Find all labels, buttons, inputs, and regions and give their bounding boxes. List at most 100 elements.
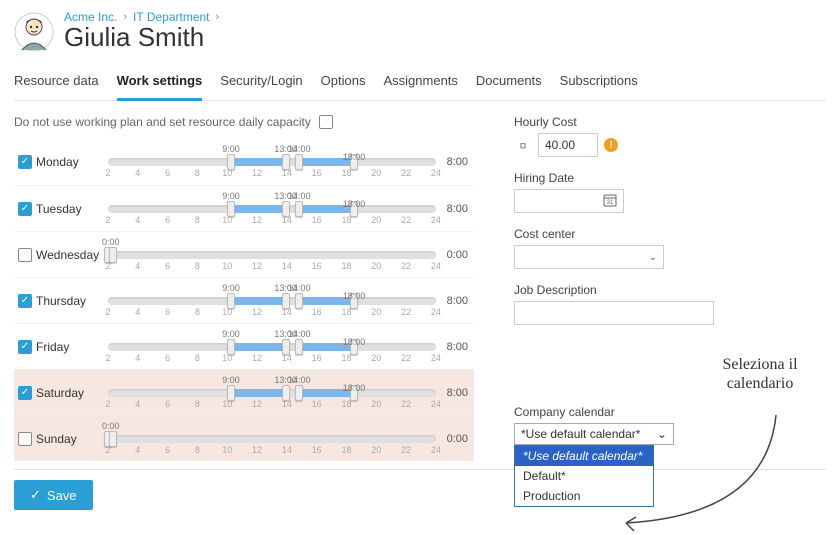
day-name: Saturday — [36, 386, 108, 400]
save-button-label: Save — [47, 488, 77, 503]
slider-label: 14:00 — [288, 144, 311, 154]
slider-handle[interactable] — [295, 154, 303, 170]
cost-center-select[interactable]: ⌄ — [514, 245, 664, 269]
day-slider[interactable]: 9:0013:0014:0018:0024681012141618202224 — [108, 189, 436, 229]
day-hours: 8:00 — [436, 156, 474, 168]
axis-tick: 16 — [312, 168, 322, 178]
slider-handle[interactable] — [109, 431, 117, 447]
axis-tick: 20 — [371, 261, 381, 271]
slider-label: 14:00 — [288, 329, 311, 339]
job-desc-label: Job Description — [514, 283, 826, 297]
company-calendar-selected: *Use default calendar* — [521, 427, 640, 441]
slider-handle[interactable] — [295, 201, 303, 217]
axis-tick: 2 — [105, 399, 110, 409]
hiring-date-input[interactable]: 31 — [514, 189, 624, 213]
company-calendar-options: *Use default calendar* Default* Producti… — [514, 445, 654, 507]
day-slider[interactable]: 0:0024681012141618202224 — [108, 419, 436, 459]
day-slider[interactable]: 9:0013:0014:0018:0024681012141618202224 — [108, 327, 436, 367]
day-row: Tuesday9:0013:0014:0018:0024681012141618… — [14, 185, 474, 231]
axis-tick: 22 — [401, 261, 411, 271]
slider-segment[interactable] — [231, 343, 286, 351]
axis-tick: 22 — [401, 353, 411, 363]
warning-icon[interactable]: ! — [604, 138, 618, 152]
axis-tick: 20 — [371, 215, 381, 225]
day-slider[interactable]: 9:0013:0014:0018:0024681012141618202224 — [108, 142, 436, 182]
axis-tick: 8 — [195, 445, 200, 455]
axis-tick: 12 — [252, 399, 262, 409]
day-row: Friday9:0013:0014:0018:00246810121416182… — [14, 323, 474, 369]
tab-resource-data[interactable]: Resource data — [14, 67, 99, 100]
day-checkbox[interactable] — [18, 340, 32, 354]
day-name: Monday — [36, 155, 108, 169]
day-name: Wednesday — [36, 248, 108, 262]
workplan-toggle-label: Do not use working plan and set resource… — [14, 115, 311, 129]
axis-tick: 14 — [282, 445, 292, 455]
axis-tick: 10 — [222, 307, 232, 317]
slider-segment[interactable] — [231, 389, 286, 397]
axis-tick: 24 — [431, 353, 441, 363]
axis-tick: 16 — [312, 261, 322, 271]
hourly-cost-input[interactable]: 40.00 — [538, 133, 598, 157]
slider-label: 18:00 — [343, 152, 366, 162]
axis-tick: 10 — [222, 215, 232, 225]
tab-work-settings[interactable]: Work settings — [117, 67, 203, 101]
slider-handle[interactable] — [295, 385, 303, 401]
slider-handle[interactable] — [109, 247, 117, 263]
axis-tick: 6 — [165, 445, 170, 455]
day-checkbox[interactable] — [18, 248, 32, 262]
slider-label: 18:00 — [343, 337, 366, 347]
calendar-option-production[interactable]: Production — [515, 486, 653, 506]
chevron-down-icon: ⌄ — [649, 252, 657, 263]
axis-tick: 12 — [252, 353, 262, 363]
axis-tick: 6 — [165, 353, 170, 363]
slider-segment[interactable] — [231, 158, 286, 166]
slider-label: 0:00 — [102, 237, 120, 247]
tab-documents[interactable]: Documents — [476, 67, 542, 100]
slider-segment[interactable] — [231, 297, 286, 305]
day-row: Wednesday0:00246810121416182022240:00 — [14, 231, 474, 277]
tab-assignments[interactable]: Assignments — [383, 67, 457, 100]
company-calendar-select[interactable]: *Use default calendar* ⌄ *Use default ca… — [514, 423, 674, 445]
day-hours: 8:00 — [436, 387, 474, 399]
day-slider[interactable]: 0:0024681012141618202224 — [108, 235, 436, 275]
slider-handle[interactable] — [295, 293, 303, 309]
day-checkbox[interactable] — [18, 294, 32, 308]
day-row: Sunday0:00246810121416182022240:00 — [14, 415, 474, 461]
tabs: Resource data Work settings Security/Log… — [14, 67, 826, 101]
axis-tick: 20 — [371, 353, 381, 363]
day-hours: 8:00 — [436, 203, 474, 215]
day-checkbox[interactable] — [18, 386, 32, 400]
tab-security-login[interactable]: Security/Login — [220, 67, 302, 100]
day-hours: 8:00 — [436, 295, 474, 307]
axis-tick: 4 — [135, 168, 140, 178]
axis-tick: 12 — [252, 215, 262, 225]
slider-label: 9:00 — [222, 191, 240, 201]
job-desc-input[interactable] — [514, 301, 714, 325]
day-checkbox[interactable] — [18, 202, 32, 216]
axis-tick: 16 — [312, 307, 322, 317]
day-slider[interactable]: 9:0013:0014:0018:0024681012141618202224 — [108, 281, 436, 321]
axis-tick: 2 — [105, 307, 110, 317]
axis-tick: 12 — [252, 307, 262, 317]
tab-options[interactable]: Options — [321, 67, 366, 100]
day-checkbox[interactable] — [18, 155, 32, 169]
axis-tick: 8 — [195, 399, 200, 409]
axis-tick: 4 — [135, 215, 140, 225]
save-button[interactable]: ✓ Save — [14, 480, 93, 510]
axis-tick: 6 — [165, 399, 170, 409]
slider-label: 14:00 — [288, 283, 311, 293]
day-checkbox[interactable] — [18, 432, 32, 446]
slider-label: 18:00 — [343, 291, 366, 301]
workplan-toggle-checkbox[interactable] — [319, 115, 333, 129]
day-hours: 0:00 — [436, 249, 474, 261]
check-icon: ✓ — [30, 487, 41, 503]
axis-tick: 4 — [135, 445, 140, 455]
slider-handle[interactable] — [295, 339, 303, 355]
calendar-option-default-inherit[interactable]: *Use default calendar* — [515, 446, 653, 466]
slider-segment[interactable] — [231, 205, 286, 213]
slider-label: 14:00 — [288, 375, 311, 385]
day-slider[interactable]: 9:0013:0014:0018:0024681012141618202224 — [108, 373, 436, 413]
cost-center-label: Cost center — [514, 227, 826, 241]
calendar-option-default[interactable]: Default* — [515, 466, 653, 486]
tab-subscriptions[interactable]: Subscriptions — [560, 67, 638, 100]
